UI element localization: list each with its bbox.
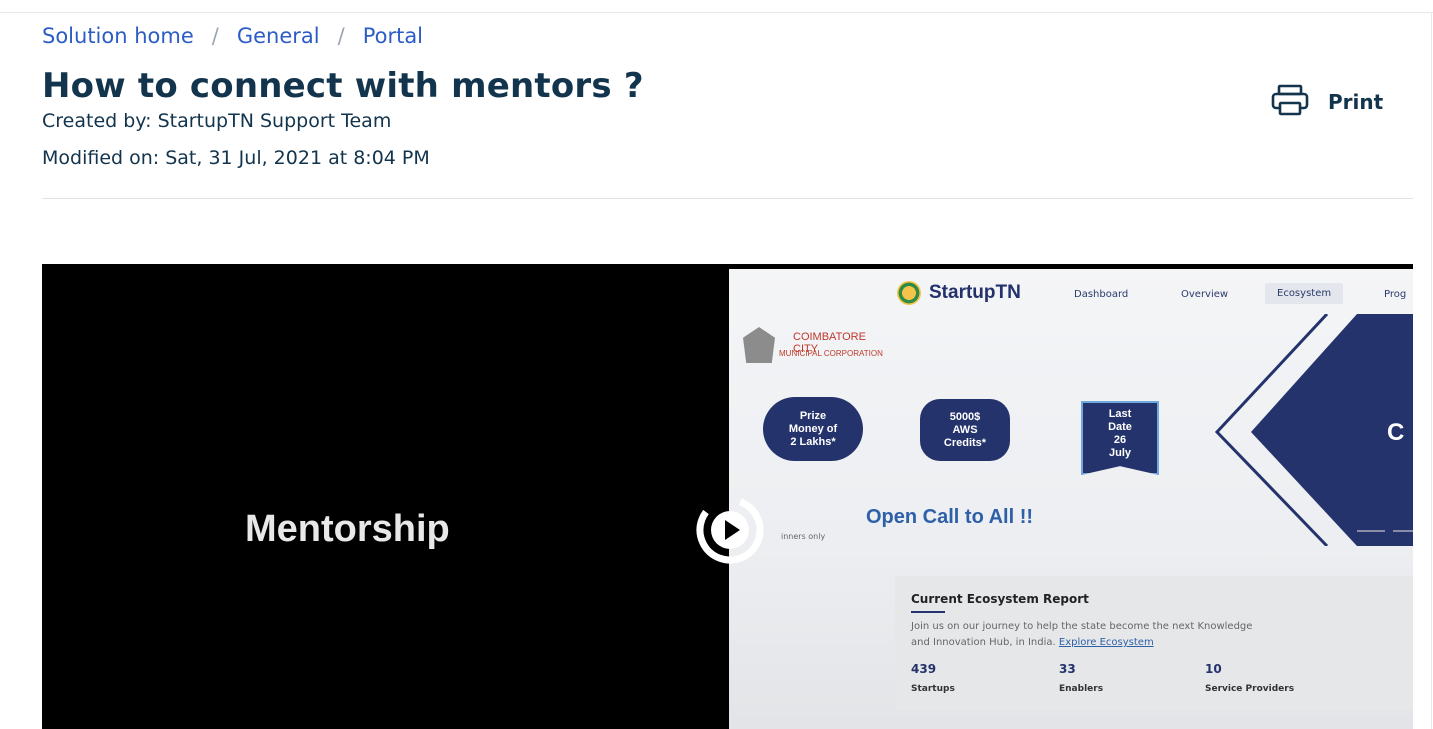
top-border: [0, 12, 1433, 13]
startuptn-logo: StartupTN: [897, 281, 1021, 305]
print-button[interactable]: Print: [1270, 84, 1383, 120]
open-call-text: Open Call to All !!: [866, 506, 1034, 528]
hero-letter: C: [1387, 419, 1404, 446]
winners-note: inners only: [781, 532, 826, 541]
corporation-header: COIMBATORE CITY MUNICIPAL CORPORATION: [743, 327, 883, 363]
video-title-card: Mentorship: [245, 508, 450, 550]
ecosystem-report-card: Current Ecosystem Report Join us on our …: [895, 576, 1413, 710]
last-date-badge: Last Date 26 July: [1081, 401, 1159, 475]
header-divider: [42, 198, 1413, 199]
report-title-underline: [911, 611, 945, 613]
breadcrumb-solution-home[interactable]: Solution home: [42, 24, 194, 48]
aws-badge: 5000$ AWS Credits*: [920, 399, 1010, 461]
nav-ecosystem: Ecosystem: [1265, 283, 1344, 304]
hero-chevron-graphic: C: [1214, 314, 1413, 546]
nav-dashboard: Dashboard: [1074, 289, 1129, 300]
report-title: Current Ecosystem Report: [911, 592, 1089, 606]
embedded-nav: StartupTN Dashboard Overview Ecosystem P…: [729, 269, 1413, 319]
video-frame-screenshot: StartupTN Dashboard Overview Ecosystem P…: [729, 269, 1413, 729]
breadcrumb-general[interactable]: General: [237, 24, 320, 48]
corporation-seal-icon: [743, 327, 775, 363]
report-description: Join us on our journey to help the state…: [911, 621, 1253, 648]
brand-name: StartupTN: [929, 282, 1021, 303]
stat-enablers: 33 Enablers: [1059, 662, 1104, 694]
prize-badge: Prize Money of 2 Lakhs*: [763, 397, 863, 461]
print-label: Print: [1328, 90, 1384, 114]
video-player[interactable]: Mentorship StartupTN Dashboard Overview …: [42, 264, 1413, 729]
page-title: How to connect with mentors ?: [42, 66, 644, 106]
created-by: Created by: StartupTN Support Team: [42, 110, 392, 132]
explore-ecosystem-link: Explore Ecosystem: [1058, 637, 1154, 648]
right-border: [1431, 12, 1432, 729]
emblem-icon: [897, 281, 921, 305]
corp-subname: MUNICIPAL CORPORATION: [779, 349, 883, 358]
stat-startups: 439 Startups: [911, 662, 955, 694]
breadcrumb-portal[interactable]: Portal: [363, 24, 423, 48]
breadcrumb: Solution home / General / Portal: [42, 24, 423, 48]
nav-programs: Prog: [1384, 289, 1407, 300]
breadcrumb-separator: /: [337, 24, 345, 48]
modified-on: Modified on: Sat, 31 Jul, 2021 at 8:04 P…: [42, 147, 430, 169]
play-icon[interactable]: [676, 493, 780, 567]
printer-icon: [1270, 84, 1310, 120]
nav-overview: Overview: [1181, 289, 1229, 300]
stat-service-providers: 10 Service Providers: [1205, 662, 1295, 694]
breadcrumb-separator: /: [211, 24, 219, 48]
